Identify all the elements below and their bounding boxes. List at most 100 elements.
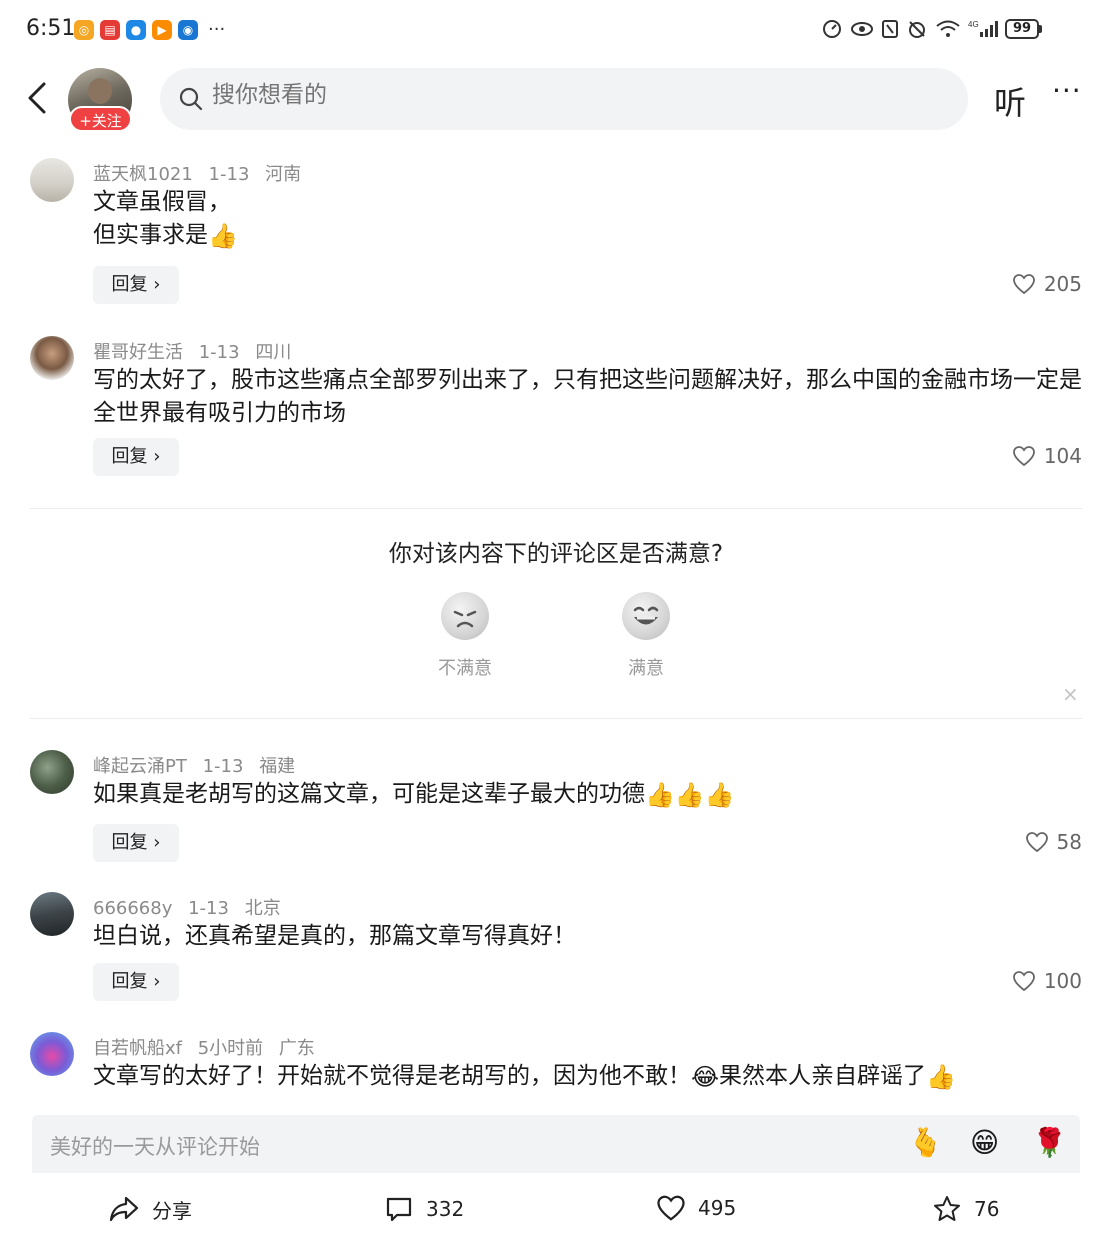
like-article-button[interactable]: 495: [656, 1194, 736, 1222]
laughing-crying-icon: 😂: [691, 1063, 720, 1091]
signal-icon: 4G: [968, 20, 998, 37]
finger-heart-emoji-icon[interactable]: 🫰: [908, 1126, 943, 1159]
video-notification-icon: ▶: [152, 20, 172, 40]
comment-text: 文章写的太好了！开始就不觉得是老胡写的，因为他不敢！😂果然本人亲自辟谣了👍: [93, 1060, 1083, 1094]
reply-button[interactable]: 回复 ›: [93, 438, 179, 476]
browser-notification-icon: ◉: [178, 20, 198, 40]
comment-username[interactable]: 自若帆船xf: [93, 1038, 182, 1059]
like-button[interactable]: 58: [1025, 830, 1082, 854]
article-likes-count: 495: [698, 1196, 737, 1220]
comment-date: 1-13: [202, 756, 244, 777]
more-options-button[interactable]: ···: [1052, 74, 1082, 107]
share-button[interactable]: 分享: [108, 1194, 192, 1224]
bottom-action-bar: 分享 332 495 76: [0, 1180, 1112, 1248]
comment-username[interactable]: 瞿哥好生活: [93, 342, 183, 363]
wifi-icon: [936, 20, 960, 37]
thumbs-up-icon: 👍: [645, 781, 675, 809]
thumbs-up-icon: 👍: [704, 781, 735, 809]
back-icon: [28, 82, 46, 114]
share-icon: [109, 1196, 139, 1222]
like-count: 205: [1043, 272, 1082, 296]
comment-username[interactable]: 蓝天枫1021: [93, 164, 193, 185]
divider: [30, 508, 1082, 509]
like-button[interactable]: 100: [1012, 969, 1082, 993]
thumbs-up-icon: 👍: [674, 781, 705, 809]
comment-username[interactable]: 666668y: [93, 898, 172, 919]
back-button[interactable]: [22, 78, 54, 118]
satisfied-face-icon: [622, 592, 670, 640]
status-bar: 6:51 ◎ ▤ ● ▶ ◉ ··· 4G 99: [0, 0, 1112, 62]
status-time: 6:51: [26, 16, 76, 41]
survey-option-satisfied[interactable]: 满意: [606, 592, 686, 680]
comment-text: 如果真是老胡写的这篇文章，可能是这辈子最大的功德👍👍👍: [93, 778, 1083, 812]
comments-count: 332: [426, 1197, 465, 1221]
comment-date: 1-13: [198, 342, 240, 363]
user-avatar[interactable]: [30, 750, 74, 794]
rose-emoji-icon[interactable]: 🌹: [1032, 1126, 1067, 1159]
grinning-emoji-icon[interactable]: 😁: [970, 1126, 999, 1159]
reply-button[interactable]: 回复 ›: [93, 266, 179, 304]
star-icon: [934, 1196, 960, 1221]
user-avatar[interactable]: [30, 1032, 74, 1076]
comment-text-part: 果然本人亲自辟谣了: [719, 1063, 927, 1089]
like-count: 58: [1056, 830, 1082, 854]
survey-option-unsatisfied[interactable]: 不满意: [425, 592, 505, 680]
thumbs-up-icon: 👍: [926, 1063, 956, 1091]
speed-icon: [823, 20, 841, 38]
user-avatar[interactable]: [30, 892, 74, 936]
alarm-icon: [909, 21, 925, 38]
favorite-button[interactable]: 76: [932, 1194, 999, 1224]
comment-input-bar[interactable]: 美好的一天从评论开始 🫰 😁 🌹: [32, 1115, 1080, 1173]
comments-button[interactable]: 332: [384, 1194, 464, 1224]
comment-location: 北京: [244, 898, 281, 919]
eye-icon: [851, 22, 873, 36]
nfc-icon: [882, 20, 898, 38]
survey-option-label: 满意: [628, 658, 664, 679]
listen-button[interactable]: 听: [994, 78, 1026, 124]
top-header: +关注 听 ···: [0, 62, 1112, 138]
battery-icon: 99: [1005, 19, 1042, 39]
follow-button[interactable]: +关注: [69, 106, 132, 132]
comment-input-placeholder[interactable]: 美好的一天从评论开始: [50, 1131, 260, 1161]
svg-text:4G: 4G: [968, 20, 979, 29]
comment-text: 写的太好了，股市这些痛点全部罗列出来了，只有把这些问题解决好，那么中国的金融市场…: [93, 367, 1082, 426]
survey-close-button[interactable]: ×: [1062, 682, 1079, 706]
comment-meta: 666668y 1-13 北京: [93, 894, 291, 920]
search-icon: [179, 87, 203, 111]
thumbs-up-icon: 👍: [208, 222, 238, 250]
comment-date: 5小时前: [197, 1038, 264, 1059]
user-avatar[interactable]: [30, 336, 74, 380]
like-button[interactable]: 205: [1012, 272, 1082, 296]
comment-location: 福建: [259, 756, 296, 777]
reply-button[interactable]: 回复 ›: [93, 963, 179, 1001]
app-notification-icon: ◎: [74, 20, 94, 40]
comment-date: 1-13: [208, 164, 250, 185]
news-notification-icon: ▤: [100, 20, 120, 40]
unsatisfied-face-icon: [441, 592, 489, 640]
heart-icon: [1025, 832, 1048, 853]
survey-option-label: 不满意: [438, 658, 492, 679]
like-button[interactable]: 104: [1012, 444, 1082, 468]
comment-text: 文章虽假冒， 但实事求是👍: [93, 186, 1083, 253]
comment-date: 1-13: [188, 898, 229, 919]
search-bar[interactable]: [160, 68, 968, 130]
comment-text-line: 文章虽假冒，: [93, 189, 231, 215]
comment-text-line: 但实事求是: [93, 222, 208, 248]
share-label: 分享: [152, 1198, 192, 1223]
heart-icon: [1012, 446, 1035, 467]
comment-text-part: 文章写的太好了！开始就不觉得是老胡写的，因为他不敢！: [93, 1063, 691, 1089]
comment-text-line: 如果真是老胡写的这篇文章，可能是这辈子最大的功德: [93, 781, 645, 807]
divider: [30, 718, 1082, 719]
chat-notification-icon: ●: [126, 20, 146, 40]
heart-icon: [1012, 274, 1035, 295]
reply-button[interactable]: 回复 ›: [93, 824, 179, 862]
comment-meta: 瞿哥好生活 1-13 四川: [93, 338, 301, 364]
comment-username[interactable]: 峰起云涌PT: [93, 756, 187, 777]
comment-meta: 峰起云涌PT 1-13 福建: [93, 752, 305, 778]
system-icons: 4G 99: [821, 18, 1042, 40]
search-input[interactable]: [212, 82, 912, 108]
survey-question: 你对该内容下的评论区是否满意?: [388, 541, 724, 567]
comment-meta: 蓝天枫1021 1-13 河南: [93, 160, 311, 186]
user-avatar[interactable]: [30, 158, 74, 202]
comment-location: 四川: [255, 342, 292, 363]
